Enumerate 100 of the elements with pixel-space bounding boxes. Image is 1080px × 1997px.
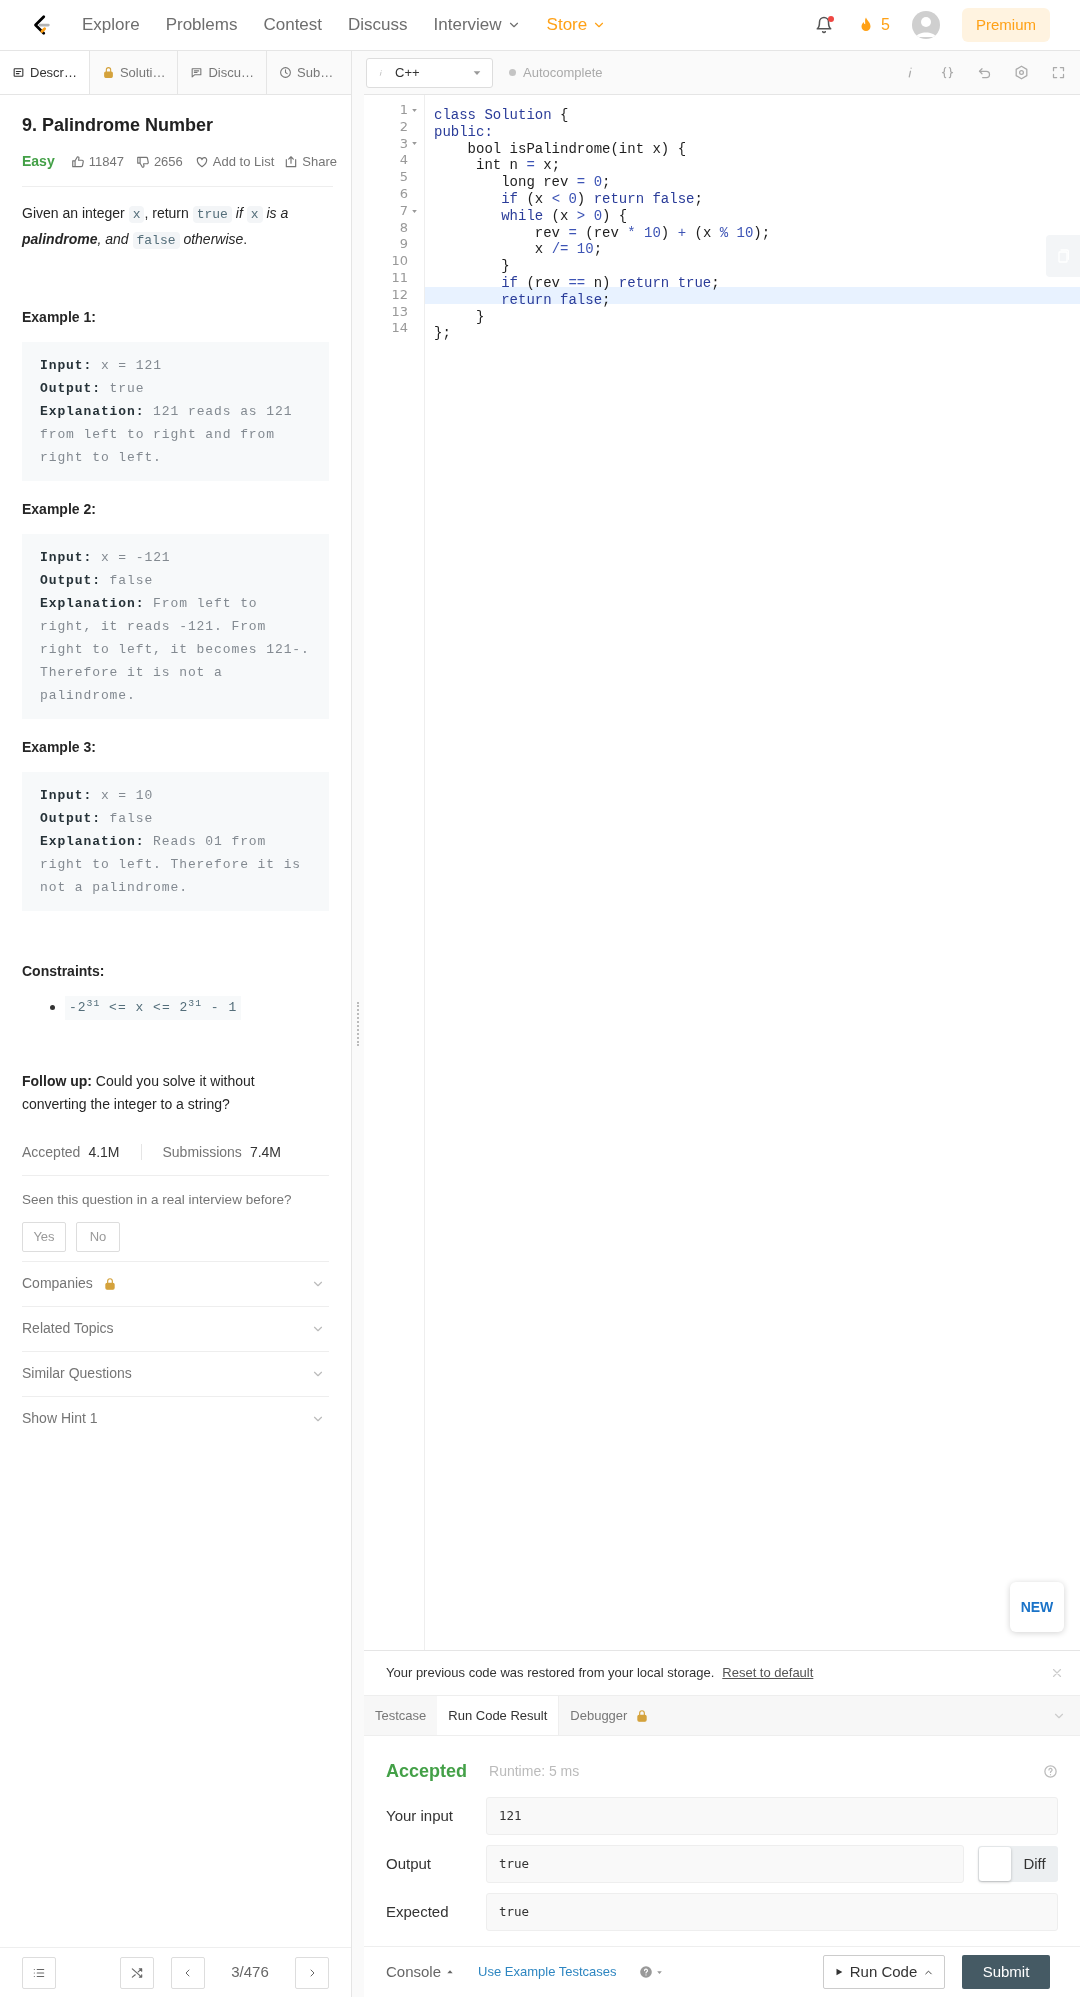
problem-title: 9. Palindrome Number xyxy=(22,114,215,137)
line-number: 14 xyxy=(391,320,408,338)
caret-icon xyxy=(446,1968,455,1976)
code-line: if (rev == n) return true; xyxy=(500,274,720,292)
example-block: Input: x = 10 Output: false Explanation: Reads 01 from right to left. Therefore it is not a palindrome. xyxy=(22,772,329,911)
language-select[interactable]: C++ xyxy=(366,57,493,88)
help-menu-button[interactable] xyxy=(638,1965,663,1979)
settings-icon[interactable] xyxy=(1014,65,1029,80)
run-code-button[interactable]: Run Code xyxy=(823,1955,945,1989)
code-line: rev = (rev * 10) + (x % 10); xyxy=(533,224,771,242)
line-number: 4 xyxy=(399,152,408,170)
collapsible-section[interactable]: Companies xyxy=(22,1260,329,1306)
nav-link[interactable]: Interview xyxy=(433,12,521,38)
caret-icon xyxy=(655,1968,663,1976)
code-line: bool isPalindrome(int x) { xyxy=(466,140,687,158)
example-heading: Example 3: xyxy=(22,738,97,757)
clock-icon xyxy=(279,66,292,79)
constraint-text: -2$^{31}$ <= x <= 2$^{31}$ - 1 xyxy=(65,996,242,1020)
streak-count: 5 xyxy=(881,15,890,35)
console-tab[interactable]: Run Code Result xyxy=(437,1696,560,1735)
code-line: x /= 10; xyxy=(533,241,603,259)
avatar[interactable] xyxy=(912,11,940,39)
restore-notice: Your previous code was restored from your local storage. xyxy=(386,1664,715,1683)
resize-handle[interactable] xyxy=(357,1002,359,1046)
add-to-list-button[interactable]: Add to List xyxy=(194,151,275,172)
undo-icon[interactable] xyxy=(977,65,992,80)
stat-value: 7.4M xyxy=(249,1142,281,1162)
lock-icon xyxy=(101,66,115,79)
submit-button[interactable]: Submit xyxy=(962,1955,1050,1989)
shuffle-button[interactable] xyxy=(120,1956,154,1989)
document-icon xyxy=(12,66,25,79)
answer-button[interactable]: Yes xyxy=(22,1221,66,1252)
example-block: Input: x = 121 Output: true Explanation: 121 reads as 121 from left to right and from right to left. xyxy=(22,342,329,481)
stat-label: Accepted xyxy=(22,1142,81,1162)
result-label: Your input xyxy=(386,1805,454,1826)
stat-value: 4.1M xyxy=(88,1142,120,1162)
previous-button[interactable] xyxy=(171,1956,205,1989)
line-number: 8 xyxy=(399,219,408,237)
example-block: Input: x = -121 Output: false Explanation: From left to right, it reads -121. From right to left, it becomes 121-. Therefore it is not a palindrome. xyxy=(22,534,329,719)
panel-tab[interactable]: Discu… xyxy=(178,51,267,94)
collapsible-section[interactable]: Similar Questions xyxy=(22,1350,329,1396)
fold-caret-icon[interactable] xyxy=(411,140,418,148)
console-button[interactable]: Console xyxy=(386,1960,455,1984)
code-line: }; xyxy=(434,325,451,343)
line-number: 1 xyxy=(399,102,408,119)
example-testcases-link[interactable]: Use Example Testcases xyxy=(478,1962,617,1982)
result-value: 121 xyxy=(486,1797,1058,1835)
fullscreen-icon[interactable] xyxy=(1051,65,1066,80)
bell-icon[interactable] xyxy=(815,16,834,34)
share-button[interactable]: Share xyxy=(284,151,337,172)
answer-button[interactable]: No xyxy=(76,1221,120,1252)
console-tab[interactable]: Testcase xyxy=(364,1696,438,1735)
help-icon[interactable] xyxy=(1043,1764,1058,1779)
line-number: 11 xyxy=(391,269,408,287)
line-number: 5 xyxy=(399,169,408,186)
line-number: 2 xyxy=(399,118,408,136)
result-value: true xyxy=(486,1845,964,1883)
code-line: if (x < 0) return false; xyxy=(500,191,703,208)
panel-tab[interactable]: Sub… xyxy=(267,51,346,94)
collapsible-section[interactable]: Related Topics xyxy=(22,1305,329,1351)
line-number: 13 xyxy=(391,303,408,321)
line-number: 3 xyxy=(399,135,408,153)
code-line: public: xyxy=(434,123,493,141)
code-line: } xyxy=(475,308,485,326)
nav-link[interactable]: Problems xyxy=(165,12,238,38)
new-feature-button[interactable]: NEW xyxy=(1010,1582,1064,1632)
panel-tab[interactable]: Descr… xyxy=(0,51,90,94)
thumbs-up-icon xyxy=(70,154,85,169)
nav-link[interactable]: Discuss xyxy=(348,12,408,38)
nav-link[interactable]: Contest xyxy=(263,12,323,38)
collapsible-section[interactable]: Show Hint 1 xyxy=(22,1395,329,1441)
nav-link[interactable]: Explore xyxy=(82,12,140,38)
reset-link[interactable]: Reset to default xyxy=(722,1663,814,1683)
console-tab[interactable]: Debugger xyxy=(559,1696,661,1735)
panel-tab[interactable]: Soluti… xyxy=(89,51,179,94)
braces-icon[interactable] xyxy=(940,65,955,80)
code-line: int n = x; xyxy=(475,157,561,175)
thumbs-down-icon xyxy=(135,154,150,169)
dislike-button[interactable]: 2656 xyxy=(135,151,183,172)
fold-caret-icon[interactable] xyxy=(411,106,418,114)
line-number: 10 xyxy=(391,253,408,270)
close-icon[interactable] xyxy=(1050,1666,1064,1680)
line-number: 7 xyxy=(399,202,408,220)
heart-icon xyxy=(194,154,209,169)
bullet-icon xyxy=(50,1005,55,1011)
constraints-heading: Constraints: xyxy=(22,962,106,981)
runtime-text: Runtime: 5 ms xyxy=(489,1762,580,1781)
help-icon xyxy=(638,1965,653,1979)
fold-caret-icon[interactable] xyxy=(411,207,418,215)
shuffle-icon xyxy=(130,1965,144,1980)
chat-icon xyxy=(190,66,204,79)
code-line: long rev = 0; xyxy=(500,174,611,191)
problem-list-button[interactable] xyxy=(22,1956,56,1989)
code-line: while (x > 0) { xyxy=(500,207,628,225)
like-button[interactable]: 11847 xyxy=(70,151,124,172)
next-button[interactable] xyxy=(295,1956,329,1989)
diff-toggle[interactable]: Diff xyxy=(978,1846,1058,1882)
difficulty-label: Easy xyxy=(22,152,55,171)
share-icon xyxy=(284,154,299,169)
follow-up-text: Follow up: Could you solve it without converting the integer to a string? xyxy=(22,1071,256,1114)
